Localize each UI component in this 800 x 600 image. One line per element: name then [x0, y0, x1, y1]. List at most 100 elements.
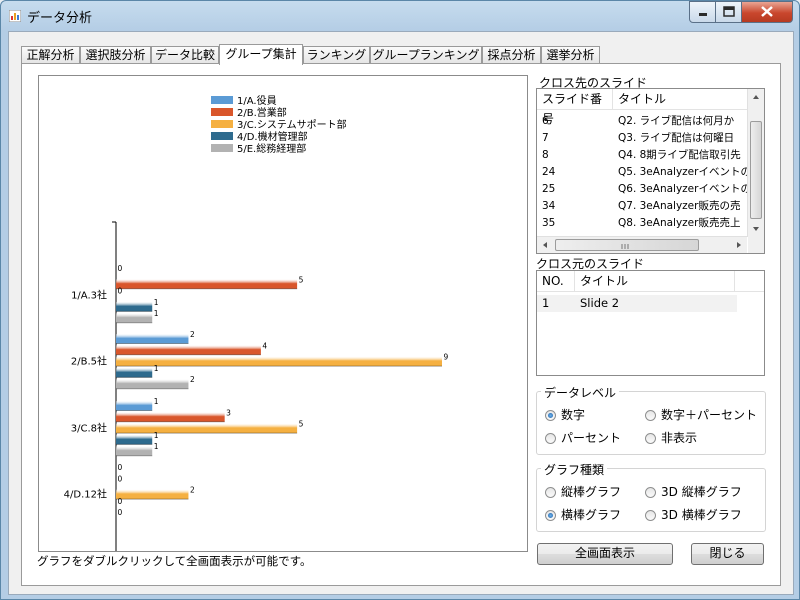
- list-item[interactable]: 7 Q3. ライブ配信は何曜日: [537, 130, 747, 147]
- bar: [116, 356, 442, 367]
- tab-group-ranking[interactable]: グループランキング: [370, 46, 482, 64]
- scroll-down-icon[interactable]: [748, 221, 764, 237]
- list-item[interactable]: 34 Q7. 3eAnalyzer販売の売: [537, 198, 747, 215]
- title-bar[interactable]: データ分析: [1, 1, 799, 31]
- list-item[interactable]: 6 Q2. ライブ配信は何月か: [537, 113, 747, 130]
- slide-title-cell: Q8. 3eAnalyzer販売売上: [618, 217, 741, 229]
- radio-indicator-icon[interactable]: [645, 410, 656, 421]
- legend-swatch: [211, 96, 233, 104]
- close-button[interactable]: 閉じる: [691, 543, 764, 565]
- radio-label: 3D 横棒グラフ: [661, 508, 742, 522]
- radio-vertical-bar[interactable]: 縦棒グラフ: [545, 483, 621, 500]
- radio-label: 非表示: [661, 431, 698, 445]
- data-label: 4: [262, 341, 267, 350]
- y-tick-label: 3/C.8社: [71, 421, 107, 434]
- radio-label: 3D 縦棒グラフ: [661, 485, 742, 499]
- column-header-slide-number[interactable]: スライド番号: [537, 89, 613, 126]
- radio-indicator-icon[interactable]: [545, 433, 556, 444]
- y-tick-label: 2/B.5社: [71, 354, 107, 367]
- slide-title-cell: Q4. 8期ライブ配信取引先: [618, 149, 741, 161]
- radio-label: 縦棒グラフ: [561, 485, 622, 499]
- radio-number-percent[interactable]: 数字＋パーセント: [645, 406, 757, 423]
- radio-indicator-icon[interactable]: [645, 433, 656, 444]
- tab-scoring-analysis[interactable]: 採点分析: [482, 46, 541, 64]
- radio-label: パーセント: [561, 431, 622, 445]
- minimize-button[interactable]: [689, 1, 717, 23]
- bar: [116, 367, 153, 378]
- horizontal-scrollbar[interactable]: [537, 236, 747, 253]
- bar: [116, 434, 153, 445]
- bar-chart[interactable]: 1/A.役員2/B.営業部3/C.システムサポート部4/D.機材管理部5/E.総…: [39, 76, 527, 558]
- tab-ranking[interactable]: ランキング: [303, 46, 370, 64]
- data-label: 2: [190, 330, 195, 339]
- vertical-scrollbar[interactable]: [747, 89, 764, 237]
- slide-title-cell: Q5. 3eAnalyzerイベントの: [618, 166, 751, 178]
- bar: [116, 489, 189, 500]
- data-label: 1: [154, 442, 159, 451]
- radio-number[interactable]: 数字: [545, 406, 585, 423]
- slide-number-cell: 34: [542, 200, 556, 212]
- slide-number-cell: 24: [542, 166, 556, 178]
- radio-indicator-icon[interactable]: [545, 510, 556, 521]
- data-label: 3: [226, 408, 231, 417]
- list-item[interactable]: 35 Q8. 3eAnalyzer販売売上: [537, 215, 747, 232]
- radio-indicator-icon[interactable]: [645, 487, 656, 498]
- chart-area[interactable]: 1/A.役員 2/B.営業部 3/C.システムサポート部 4/D.機材管理部 5/E.総…: [38, 75, 528, 558]
- horizontal-scroll-thumb[interactable]: [555, 239, 699, 251]
- maximize-button[interactable]: [715, 1, 743, 23]
- chart-type-group: グラフ種類 縦棒グラフ 3D 縦棒グラフ 横棒グラフ 3D 横棒グラフ: [536, 461, 766, 532]
- tab-choice-analysis[interactable]: 選択肢分析: [80, 46, 151, 64]
- tab-data-compare[interactable]: データ比較: [151, 46, 219, 64]
- tab-election-analysis[interactable]: 選挙分析: [541, 46, 600, 64]
- bar: [116, 313, 153, 323]
- bar: [116, 423, 298, 434]
- radio-3d-vertical-bar[interactable]: 3D 縦棒グラフ: [645, 483, 742, 500]
- radio-3d-horizontal-bar[interactable]: 3D 横棒グラフ: [645, 506, 742, 523]
- close-window-button[interactable]: [741, 1, 793, 23]
- bar: [116, 345, 261, 355]
- slide-title-cell: Q7. 3eAnalyzer販売の売: [618, 200, 741, 212]
- list-item[interactable]: 1 Slide 2: [537, 295, 737, 312]
- column-header-no[interactable]: NO.: [537, 271, 575, 291]
- cross-src-header: NO. タイトル: [537, 271, 764, 292]
- scroll-up-icon[interactable]: [748, 89, 764, 105]
- data-label: 9: [444, 353, 449, 362]
- tab-group-summary[interactable]: グループ集計: [219, 44, 303, 65]
- tab-correct-analysis[interactable]: 正解分析: [21, 46, 80, 64]
- data-label: 0: [118, 508, 123, 517]
- list-item[interactable]: 25 Q6. 3eAnalyzerイベントの: [537, 181, 751, 198]
- slide-number-cell: 35: [542, 217, 556, 229]
- radio-percent[interactable]: パーセント: [545, 429, 621, 446]
- scroll-right-icon[interactable]: [731, 237, 747, 253]
- slide-title-cell: Slide 2: [580, 296, 620, 310]
- cross-dest-list[interactable]: スライド番号 タイトル 6 Q2. ライブ配信は何月か 7 Q3. ライブ配信は何曜日…: [536, 88, 765, 254]
- fullscreen-button[interactable]: 全画面表示: [537, 543, 673, 565]
- legend-swatch: [211, 144, 233, 152]
- data-label: 0: [118, 497, 123, 506]
- maximize-icon: [723, 6, 735, 17]
- column-header-title[interactable]: タイトル: [575, 271, 735, 291]
- y-tick-label: 4/D.12社: [64, 487, 107, 500]
- list-item[interactable]: 8 Q4. 8期ライブ配信取引先: [537, 147, 747, 164]
- radio-indicator-icon[interactable]: [645, 510, 656, 521]
- data-label: 5: [299, 275, 304, 284]
- cross-src-list[interactable]: NO. タイトル 1 Slide 2: [536, 270, 765, 376]
- no-cell: 1: [542, 296, 550, 310]
- window: データ分析 正解分析 選択肢分析 データ比較 グループ集計 ランキング グループ…: [0, 0, 800, 600]
- legend-label: 1/A.役員: [237, 94, 277, 107]
- bar: [116, 401, 153, 411]
- scroll-left-icon[interactable]: [537, 237, 553, 253]
- radio-hidden[interactable]: 非表示: [645, 429, 697, 446]
- data-label: 2: [190, 486, 195, 495]
- legend-label: 3/C.システムサポート部: [237, 118, 347, 131]
- slide-number-cell: 6: [542, 115, 549, 127]
- bar: [116, 334, 189, 344]
- radio-horizontal-bar[interactable]: 横棒グラフ: [545, 506, 621, 523]
- list-item[interactable]: 24 Q5. 3eAnalyzerイベントの: [537, 164, 751, 181]
- radio-label: 数字＋パーセント: [661, 408, 758, 422]
- data-label: 0: [118, 463, 123, 472]
- vertical-scroll-thumb[interactable]: [750, 121, 762, 219]
- radio-indicator-icon[interactable]: [545, 487, 556, 498]
- column-header-title[interactable]: タイトル: [613, 89, 763, 109]
- radio-indicator-icon[interactable]: [545, 410, 556, 421]
